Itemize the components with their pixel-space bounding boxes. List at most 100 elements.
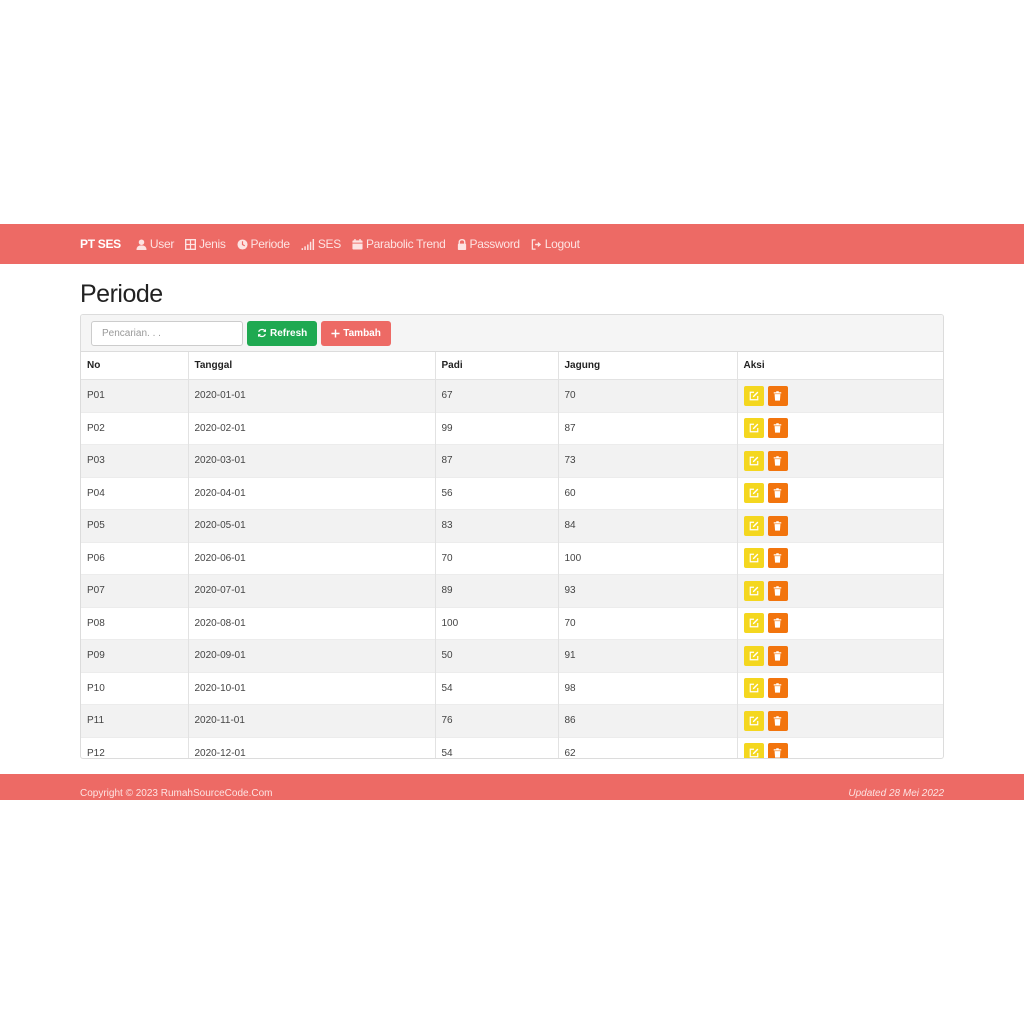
cell-tanggal: 2020-12-01 (188, 736, 436, 758)
table-header-row: No Tanggal Padi Jagung Aksi (81, 352, 943, 380)
cell-no: P02 (81, 411, 189, 445)
delete-button[interactable] (767, 645, 788, 666)
delete-button[interactable] (767, 515, 788, 536)
cell-aksi (737, 476, 943, 510)
cell-jagung: 84 (558, 509, 738, 542)
nav-item-user[interactable]: User (136, 237, 174, 251)
logout-icon (531, 238, 541, 250)
table-row: P03 2020-03-01 87 73 (81, 444, 943, 477)
cell-no: P12 (81, 736, 189, 758)
edit-button[interactable] (743, 515, 764, 536)
trash-icon (773, 651, 782, 661)
cell-padi: 54 (435, 671, 559, 705)
delete-button[interactable] (767, 613, 788, 634)
cell-tanggal: 2020-11-01 (188, 704, 436, 737)
cell-padi: 100 (435, 606, 559, 640)
header-padi: Padi (435, 352, 559, 380)
periode-table: No Tanggal Padi Jagung Aksi P01 2020-01-… (81, 352, 943, 758)
cell-no: P08 (81, 606, 189, 640)
trash-icon (773, 488, 782, 498)
cell-aksi (737, 606, 943, 640)
delete-button[interactable] (767, 418, 788, 439)
nav-item-jenis[interactable]: Jenis (185, 237, 226, 251)
cell-aksi (737, 411, 943, 445)
clock-icon (237, 238, 248, 250)
search-input[interactable] (91, 320, 243, 346)
trash-icon (773, 748, 782, 758)
page-title: Periode (80, 280, 163, 308)
table-row: P11 2020-11-01 76 86 (81, 704, 943, 737)
delete-button[interactable] (767, 743, 788, 758)
edit-button[interactable] (743, 710, 764, 731)
cell-aksi (737, 736, 943, 758)
nav-item-parabolic-trend[interactable]: Parabolic Trend (352, 237, 446, 251)
navbar: PT SES User Jenis Periode SES Parabolic … (0, 224, 1024, 264)
edit-icon (749, 423, 758, 433)
edit-icon (749, 586, 758, 596)
table-row: P09 2020-09-01 50 91 (81, 639, 943, 672)
table-row: P01 2020-01-01 67 70 (81, 379, 943, 412)
edit-button[interactable] (743, 418, 764, 439)
edit-icon (749, 651, 758, 661)
edit-button[interactable] (743, 450, 764, 471)
edit-icon (749, 683, 758, 693)
edit-button[interactable] (743, 548, 764, 569)
cell-padi: 76 (435, 704, 559, 737)
cell-jagung: 70 (558, 379, 738, 412)
cell-padi: 50 (435, 639, 559, 672)
edit-button[interactable] (743, 645, 764, 666)
nav-item-periode[interactable]: Periode (237, 237, 290, 251)
nav-item-ses[interactable]: SES (301, 237, 341, 251)
delete-button[interactable] (767, 548, 788, 569)
edit-button[interactable] (743, 678, 764, 699)
table-row: P05 2020-05-01 83 84 (81, 509, 943, 542)
cell-jagung: 70 (558, 606, 738, 640)
signal-icon (301, 238, 314, 250)
cell-aksi (737, 541, 943, 575)
edit-icon (749, 488, 758, 498)
nav-item-logout[interactable]: Logout (531, 237, 580, 251)
table-row: P07 2020-07-01 89 93 (81, 574, 943, 607)
cell-padi: 67 (435, 379, 559, 412)
updated-text: Updated 28 Mei 2022 (848, 788, 944, 799)
table-row: P06 2020-06-01 70 100 (81, 541, 943, 575)
edit-button[interactable] (743, 385, 764, 406)
edit-button[interactable] (743, 483, 764, 504)
refresh-button[interactable]: Refresh (247, 320, 318, 346)
table-row: P08 2020-08-01 100 70 (81, 606, 943, 640)
delete-button[interactable] (767, 450, 788, 471)
table-body: P01 2020-01-01 67 70 P02 2020-02-01 99 8… (81, 379, 943, 758)
user-icon (136, 238, 147, 250)
edit-button[interactable] (743, 613, 764, 634)
delete-button[interactable] (767, 710, 788, 731)
cell-tanggal: 2020-07-01 (188, 574, 436, 607)
cell-aksi (737, 509, 943, 542)
plus-icon (331, 328, 340, 338)
nav-item-label: Periode (250, 237, 291, 251)
data-panel: Refresh Tambah No Tanggal Padi Jagung Ak… (80, 314, 944, 759)
nav-item-label: Parabolic Trend (365, 237, 446, 251)
cell-tanggal: 2020-02-01 (188, 411, 436, 445)
delete-button[interactable] (767, 483, 788, 504)
cell-padi: 99 (435, 411, 559, 445)
calendar-icon (352, 238, 363, 250)
cell-no: P11 (81, 704, 189, 737)
header-tanggal: Tanggal (188, 352, 436, 380)
cell-jagung: 87 (558, 411, 738, 445)
cell-jagung: 86 (558, 704, 738, 737)
tambah-button[interactable]: Tambah (321, 320, 391, 346)
table-icon (185, 238, 197, 250)
delete-button[interactable] (767, 385, 788, 406)
delete-button[interactable] (767, 580, 788, 601)
edit-button[interactable] (743, 743, 764, 758)
trash-icon (773, 456, 782, 466)
delete-button[interactable] (767, 678, 788, 699)
edit-icon (749, 553, 758, 563)
edit-button[interactable] (743, 580, 764, 601)
cell-no: P04 (81, 476, 189, 510)
nav-item-password[interactable]: Password (457, 237, 520, 251)
brand-logo[interactable]: PT SES (80, 237, 121, 251)
cell-no: P06 (81, 541, 189, 575)
cell-padi: 89 (435, 574, 559, 607)
header-aksi: Aksi (737, 352, 943, 380)
